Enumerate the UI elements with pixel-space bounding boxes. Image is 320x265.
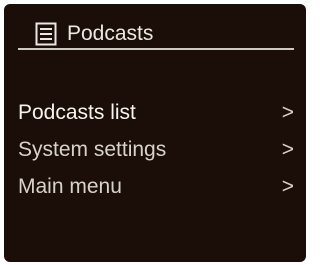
header: Podcasts	[4, 4, 306, 46]
menu-item-main-menu[interactable]: Main menu >	[4, 172, 306, 209]
chevron-right-icon: >	[281, 138, 294, 161]
radio-display: Podcasts Podcasts list > System settings…	[4, 4, 306, 262]
menu-item-label: System settings	[18, 138, 167, 161]
chevron-right-icon: >	[281, 101, 294, 124]
menu-item-label: Main menu	[18, 175, 122, 198]
menu-item-label: Podcasts list	[18, 101, 136, 124]
chevron-right-icon: >	[281, 175, 294, 198]
header-divider	[18, 48, 294, 50]
list-document-icon	[35, 22, 57, 46]
menu-list: Podcasts list > System settings > Main m…	[4, 98, 306, 209]
menu-item-podcasts-list[interactable]: Podcasts list >	[4, 98, 306, 135]
page-title: Podcasts	[67, 22, 154, 45]
menu-item-system-settings[interactable]: System settings >	[4, 135, 306, 172]
